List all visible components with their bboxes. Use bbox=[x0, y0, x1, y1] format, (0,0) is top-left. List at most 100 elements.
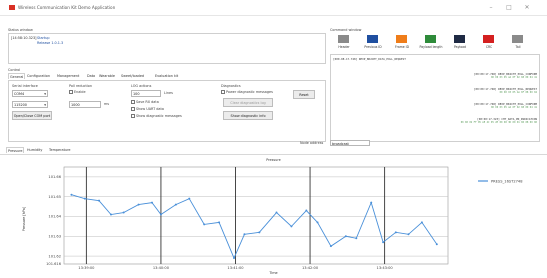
y-tick-label: 101.66 bbox=[48, 175, 61, 179]
chart-xlabel: Time bbox=[269, 271, 278, 275]
data-point bbox=[435, 243, 438, 246]
legend-swatch bbox=[425, 35, 436, 43]
chart-ylabel: Pressure [hPa] bbox=[22, 206, 26, 232]
legend-swatch bbox=[338, 35, 349, 43]
log-line-bytes: 00 00 02 FF 05 AE 4C 05 2E 00 00 3D 00 0… bbox=[460, 121, 537, 124]
control-tab[interactable]: Wearable bbox=[98, 73, 116, 79]
poll-reduction-label: Poll reduction bbox=[69, 84, 93, 88]
legend-label: Frame ID bbox=[395, 45, 409, 49]
plot-frame bbox=[63, 166, 449, 265]
baud-rate-select[interactable]: 115200 ▾ bbox=[12, 101, 48, 108]
status-line-1: Startup bbox=[37, 36, 50, 40]
serial-port-select[interactable]: COM4 ▾ bbox=[12, 90, 48, 97]
legend-label: PRESS_16ST2748 bbox=[491, 179, 523, 183]
data-point bbox=[109, 213, 112, 216]
control-tab[interactable]: Management bbox=[56, 73, 80, 79]
log-line: [000.08.17.748] REXP_BK2CHT_DATA_POLL_RE… bbox=[333, 57, 406, 61]
reset-button[interactable]: Reset bbox=[293, 90, 315, 99]
chevron-down-icon: ▾ bbox=[44, 92, 46, 96]
control-label: Control bbox=[8, 68, 21, 72]
checkbox-icon bbox=[131, 100, 135, 104]
close-icon[interactable]: ✕ bbox=[522, 3, 532, 12]
legend-label: Previous ID bbox=[364, 45, 382, 49]
legend-label: Payload bbox=[453, 45, 467, 49]
legend-label: Tail bbox=[515, 45, 521, 49]
legend-swatch bbox=[367, 35, 378, 43]
x-tick-label: 13:40:00 bbox=[153, 266, 170, 270]
data-point bbox=[70, 193, 73, 196]
control-tab[interactable]: General bbox=[8, 73, 26, 79]
data-point bbox=[150, 201, 153, 204]
pressure-chart: 101.66 101.65 101.64 101.63 101.62 101.616 13:… bbox=[46, 166, 523, 270]
control-tab[interactable]: Configuration bbox=[26, 73, 51, 79]
data-point bbox=[407, 233, 410, 236]
log-lines-value: 100 bbox=[133, 92, 140, 96]
data-point bbox=[233, 257, 236, 260]
show-diagnostic-info-button[interactable]: Show diagnostic info bbox=[223, 111, 273, 120]
command-log[interactable]: [000.08.17.748] REXP_BK2CHT_DATA_POLL_RE… bbox=[330, 54, 540, 142]
plot-tab[interactable]: Pressure bbox=[6, 147, 25, 153]
data-point bbox=[137, 203, 140, 206]
poll-unit-label: ms bbox=[104, 102, 110, 106]
plot-tab[interactable]: Temperature bbox=[48, 147, 71, 153]
data-point bbox=[98, 199, 101, 202]
data-point bbox=[394, 231, 397, 234]
show-uart-checkbox[interactable]: Show UART data bbox=[131, 107, 164, 111]
save-rx-checkbox[interactable]: Save RX data bbox=[131, 100, 159, 104]
show-diag-label: Show diagnostic messages bbox=[136, 114, 182, 118]
plot-tab[interactable]: Humidity bbox=[26, 147, 43, 153]
x-tick-label: 13:43:00 bbox=[377, 266, 394, 270]
control-tab[interactable]: Data bbox=[86, 73, 96, 79]
control-tabs: General Configuration Management Data Wearab… bbox=[8, 73, 326, 80]
data-point bbox=[159, 213, 162, 216]
show-diag-checkbox[interactable]: Show diagnostic messages bbox=[131, 114, 182, 118]
checkbox-icon bbox=[131, 107, 135, 111]
control-panel: Serial interface COM4 ▾ 115200 ▾ Open/Clos… bbox=[8, 80, 326, 142]
data-point bbox=[355, 237, 358, 240]
poll-enable-checkbox[interactable]: Enable bbox=[69, 90, 86, 94]
data-point bbox=[188, 197, 191, 200]
y-tick-label: 101.63 bbox=[48, 234, 61, 238]
log-line-bytes: 00 00 03 05 AA 0F 02 08 00 04 41 bbox=[490, 76, 537, 79]
save-rx-label: Save RX data bbox=[136, 100, 159, 104]
chevron-down-icon: ▾ bbox=[44, 103, 46, 107]
status-window[interactable]: [14:58:10.323] Startup Release 1.0.1.3 bbox=[8, 33, 326, 64]
clear-diagnostics-button[interactable]: Clear diagnostics log bbox=[223, 98, 273, 107]
title-bar: Wireless Communication Kit Demo Applicat… bbox=[0, 0, 547, 16]
maximize-icon[interactable]: □ bbox=[504, 3, 514, 12]
log-line-bytes: 00 00 03 05 AA 0F 08 00 04 bbox=[499, 91, 537, 94]
status-line-2: Release 1.0.1.3 bbox=[37, 41, 64, 45]
node-address-input[interactable]: broadcast bbox=[330, 140, 370, 146]
poll-enable-label: Enable bbox=[74, 90, 86, 94]
app-icon bbox=[9, 5, 15, 10]
control-tab[interactable]: Evaluation kit bbox=[154, 73, 179, 79]
x-tick-label: 13:41:00 bbox=[227, 266, 244, 270]
command-legend: Header Previous ID Frame ID Payload length P… bbox=[330, 33, 540, 53]
data-point bbox=[382, 241, 385, 244]
minimize-icon[interactable]: – bbox=[486, 3, 496, 12]
legend-label: CRC bbox=[485, 45, 493, 49]
chart-legend: PRESS_16ST2748 bbox=[478, 179, 523, 183]
poll-interval-input[interactable]: 1000 bbox=[69, 101, 101, 108]
power-diag-checkbox[interactable]: Power diagnostic messages bbox=[221, 90, 273, 94]
node-address-label: Node address bbox=[300, 141, 324, 145]
data-point bbox=[275, 211, 278, 214]
chart-lines bbox=[70, 193, 438, 260]
data-point bbox=[370, 201, 373, 204]
checkbox-icon bbox=[131, 114, 135, 118]
checkbox-icon bbox=[69, 90, 73, 94]
status-timestamp: [14:58:10.323] bbox=[11, 36, 37, 40]
data-point bbox=[316, 221, 319, 224]
show-uart-label: Show UART data bbox=[136, 107, 164, 111]
open-close-com-button[interactable]: Open/Close COM port bbox=[12, 111, 52, 120]
legend-swatch bbox=[483, 35, 494, 43]
poll-interval-value: 1000 bbox=[71, 103, 80, 107]
legend-swatch bbox=[512, 35, 523, 43]
log-actions-label: LOG actions bbox=[131, 84, 152, 88]
control-tab[interactable]: Sweet/loaded bbox=[120, 73, 145, 79]
power-diag-label: Power diagnostic messages bbox=[226, 90, 273, 94]
plot-tabs: Pressure Humidity Temperature bbox=[2, 147, 202, 154]
log-lines-input[interactable]: 100 bbox=[131, 90, 161, 97]
legend-label: Payload length bbox=[419, 45, 443, 49]
data-point bbox=[174, 203, 177, 206]
